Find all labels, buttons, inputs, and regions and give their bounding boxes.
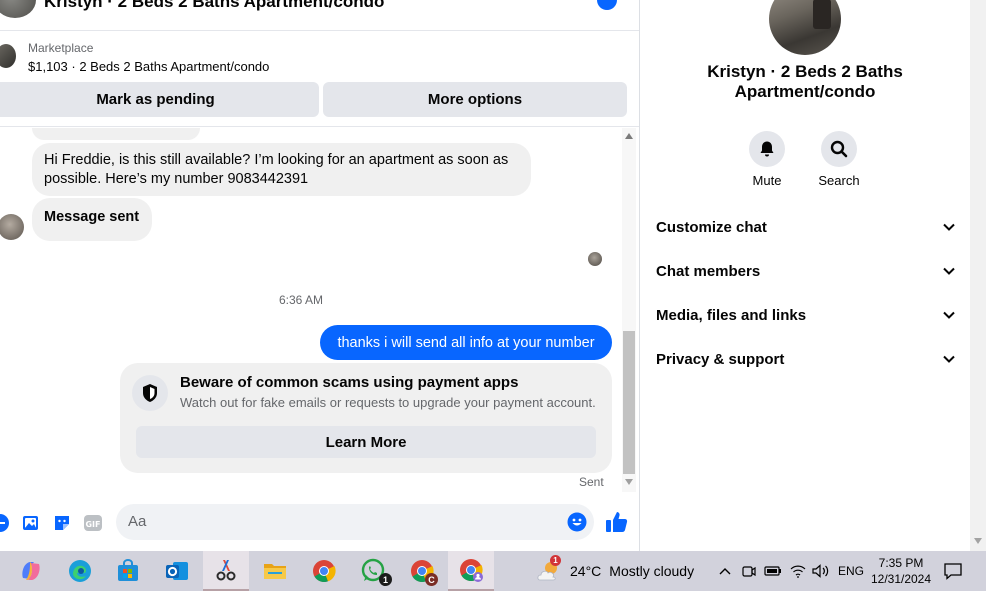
scroll-up-arrow-icon[interactable] bbox=[625, 133, 633, 139]
copilot-icon[interactable] bbox=[8, 551, 54, 591]
outgoing-message: thanks i will send all info at your numb… bbox=[320, 325, 612, 360]
battery-icon[interactable] bbox=[763, 561, 783, 581]
partly-cloudy-icon: 1 bbox=[536, 555, 562, 583]
weather-alert-badge: 1 bbox=[550, 555, 561, 566]
customize-chat-label: Customize chat bbox=[656, 218, 767, 236]
privacy-support-section[interactable]: Privacy & support bbox=[656, 344, 956, 374]
bell-icon[interactable] bbox=[749, 131, 785, 167]
chat-panel: Kristyn · 2 Beds 2 Baths Apartment/condo… bbox=[0, 0, 640, 551]
chrome-profile-user-icon[interactable] bbox=[448, 551, 494, 591]
chat-title[interactable]: Kristyn · 2 Beds 2 Baths Apartment/condo bbox=[44, 0, 384, 12]
privacy-support-label: Privacy & support bbox=[656, 350, 785, 368]
plus-circle-icon[interactable] bbox=[0, 513, 10, 533]
show-hidden-icons-chevron-icon[interactable] bbox=[715, 561, 735, 581]
thumbs-up-icon[interactable] bbox=[604, 509, 630, 535]
screen: Kristyn · 2 Beds 2 Baths Apartment/condo… bbox=[0, 0, 986, 591]
marketplace-banner: Marketplace $1,103 · 2 Beds 2 Baths Apar… bbox=[0, 32, 639, 127]
clock-date: 12/31/2024 bbox=[870, 572, 932, 586]
message-timestamp: 6:36 AM bbox=[278, 293, 324, 307]
mute-action[interactable]: Mute bbox=[737, 131, 797, 188]
media-files-links-section[interactable]: Media, files and links bbox=[656, 300, 956, 330]
search-icon[interactable] bbox=[821, 131, 857, 167]
chevron-down-icon[interactable] bbox=[942, 220, 956, 234]
volume-icon[interactable] bbox=[811, 561, 831, 581]
weather-condition: Mostly cloudy bbox=[609, 563, 695, 579]
chat-details-panel: Kristyn · 2 Beds 2 Baths Apartment/condo… bbox=[640, 0, 970, 551]
scam-warning-card: Beware of common scams using payment app… bbox=[120, 363, 612, 473]
chrome-icon[interactable] bbox=[301, 551, 347, 591]
input-language[interactable]: ENG bbox=[838, 564, 864, 578]
scam-warning-title: Beware of common scams using payment app… bbox=[180, 374, 519, 391]
chevron-down-icon[interactable] bbox=[942, 308, 956, 322]
delivery-status: Sent bbox=[579, 475, 604, 489]
clock-time: 7:35 PM bbox=[878, 556, 924, 570]
learn-more-button[interactable]: Learn More bbox=[136, 426, 596, 458]
whatsapp-unread-badge: 1 bbox=[379, 573, 392, 586]
mute-label: Mute bbox=[752, 173, 782, 188]
marketplace-label: Marketplace bbox=[28, 41, 94, 55]
listing-title[interactable]: $1,103 · 2 Beds 2 Baths Apartment/condo bbox=[28, 59, 269, 74]
edge-browser-icon[interactable] bbox=[57, 551, 103, 591]
microsoft-store-icon[interactable] bbox=[105, 551, 151, 591]
shield-icon bbox=[132, 375, 168, 411]
wifi-icon[interactable] bbox=[788, 561, 808, 581]
message-input-placeholder: Aa bbox=[128, 513, 147, 530]
info-icon[interactable] bbox=[597, 0, 617, 10]
photo-icon[interactable] bbox=[21, 513, 41, 533]
details-title: Kristyn · 2 Beds 2 Baths Apartment/condo bbox=[707, 62, 903, 101]
sender-avatar[interactable] bbox=[0, 214, 24, 240]
profile-avatar[interactable] bbox=[769, 0, 841, 55]
search-label: Search bbox=[818, 173, 860, 188]
chat-members-section[interactable]: Chat members bbox=[656, 256, 956, 286]
sticker-icon[interactable] bbox=[52, 513, 72, 533]
system-clock[interactable]: 7:35 PM 12/31/2024 bbox=[866, 555, 936, 587]
incoming-message: Hi Freddie, is this still available? I’m… bbox=[32, 143, 531, 196]
whatsapp-icon[interactable]: 1 bbox=[350, 551, 396, 591]
message-scrollbar[interactable] bbox=[622, 128, 636, 492]
notification-center-icon[interactable] bbox=[942, 561, 964, 581]
read-receipt-avatar bbox=[588, 252, 602, 266]
profile-letter-badge: C bbox=[425, 573, 438, 586]
weather-temperature: 24°C bbox=[570, 563, 602, 579]
svg-text:GIF: GIF bbox=[85, 520, 100, 529]
message-bubble-partial bbox=[32, 128, 200, 140]
more-options-button[interactable]: More options bbox=[323, 82, 627, 117]
meet-camera-icon[interactable] bbox=[739, 561, 759, 581]
scam-warning-text: Watch out for fake emails or requests to… bbox=[180, 395, 596, 410]
emoji-icon[interactable] bbox=[567, 512, 587, 532]
scroll-down-arrow-icon[interactable] bbox=[625, 479, 633, 485]
weather-widget[interactable]: 1 24°C Mostly cloudy bbox=[536, 555, 695, 583]
scrollbar-thumb[interactable] bbox=[623, 331, 635, 474]
chat-header: Kristyn · 2 Beds 2 Baths Apartment/condo bbox=[0, 0, 639, 31]
snipping-tool-icon[interactable] bbox=[203, 551, 249, 591]
incoming-message: Message sent bbox=[32, 198, 152, 241]
search-action[interactable]: Search bbox=[809, 131, 869, 188]
scroll-down-arrow-icon[interactable] bbox=[974, 538, 982, 544]
chevron-down-icon[interactable] bbox=[942, 352, 956, 366]
windows-taskbar: 1 C 1 24°C Mostly cloudy ENG 7:35 PM 12/… bbox=[0, 551, 986, 591]
gif-icon[interactable]: GIF bbox=[83, 513, 103, 533]
file-explorer-icon[interactable] bbox=[252, 551, 298, 591]
listing-thumbnail[interactable] bbox=[0, 44, 16, 68]
media-files-links-label: Media, files and links bbox=[656, 306, 807, 324]
message-composer: GIF Aa bbox=[0, 497, 639, 547]
customize-chat-section[interactable]: Customize chat bbox=[656, 212, 956, 242]
chevron-down-icon[interactable] bbox=[942, 264, 956, 278]
message-list: Hi Freddie, is this still available? I’m… bbox=[0, 128, 622, 492]
chat-members-label: Chat members bbox=[656, 262, 761, 280]
chat-avatar[interactable] bbox=[0, 0, 36, 18]
mark-as-pending-button[interactable]: Mark as pending bbox=[0, 82, 319, 117]
message-input[interactable]: Aa bbox=[116, 504, 594, 540]
page-scrollbar[interactable] bbox=[970, 0, 986, 551]
outlook-icon[interactable] bbox=[154, 551, 200, 591]
chrome-profile-c-icon[interactable]: C bbox=[399, 551, 445, 591]
